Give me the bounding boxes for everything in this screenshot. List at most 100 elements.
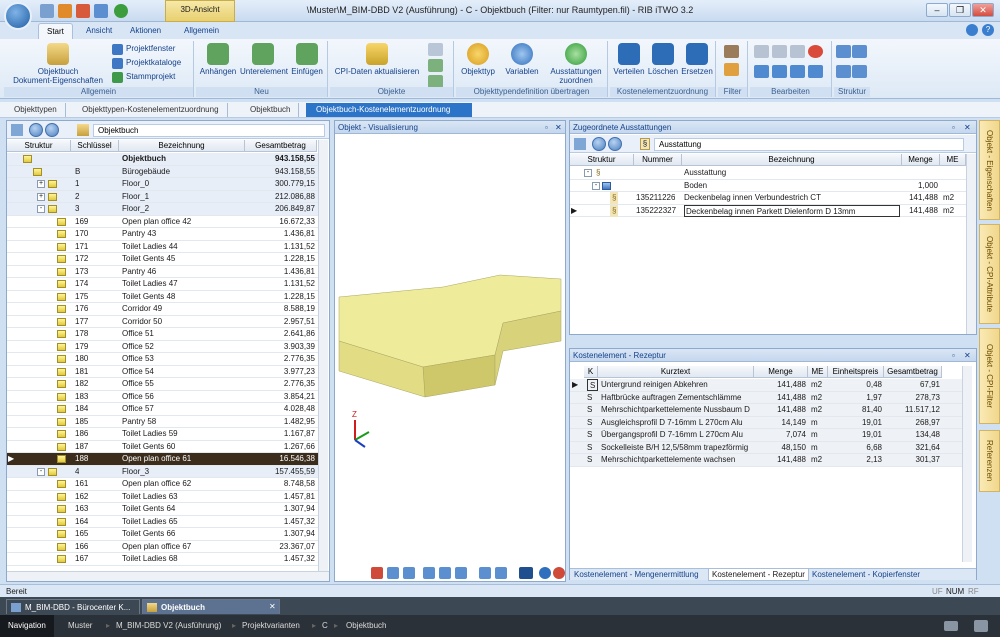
paste-icon[interactable] — [772, 45, 787, 58]
table-row[interactable]: - 4 Floor_3 157.455,59 — [7, 465, 318, 478]
view-rotate-icon[interactable] — [403, 567, 415, 579]
table-row[interactable]: S Haftbrücke auftragen Zementschlämme 141,… — [570, 391, 962, 404]
tab-rezeptur[interactable]: Kostenelement - Rezeptur — [708, 569, 809, 581]
table-row[interactable]: S Ausgleichsprofil D 7-16mm L 270cm Alu 14… — [570, 416, 962, 429]
nav-variants[interactable]: Projektvarianten — [242, 621, 300, 630]
pin-icon[interactable]: ▫ — [545, 121, 548, 134]
view-fly-icon[interactable] — [495, 567, 507, 579]
table-row[interactable]: 161 Open plan office 62 8.748,58 — [7, 478, 318, 491]
col-k[interactable]: K — [584, 366, 598, 378]
table-row[interactable]: 169 Open plan office 42 16.672,33 — [7, 216, 318, 228]
view-zoom-fit-icon[interactable] — [439, 567, 451, 579]
cpi-update-button[interactable]: CPI-Daten aktualisieren — [332, 43, 422, 76]
cut-icon[interactable] — [790, 45, 805, 58]
tools-icon[interactable] — [76, 4, 90, 18]
back-icon[interactable] — [29, 123, 43, 137]
ausstattung-nav-label[interactable]: Ausstattung — [654, 138, 964, 151]
expand-toggle-icon[interactable]: - — [592, 181, 600, 190]
table-row[interactable]: - 3 Floor_2 206.849,87 — [7, 203, 318, 216]
table-row[interactable]: 183 Office 56 3.854,21 — [7, 391, 318, 403]
vehicle-icon[interactable] — [790, 65, 805, 78]
table-row[interactable]: 179 Office 52 3.903,39 — [7, 341, 318, 353]
projektkataloge-button[interactable]: Projektkataloge — [112, 57, 181, 69]
info-icon[interactable] — [539, 567, 551, 579]
chevron-up-icon[interactable] — [852, 65, 867, 78]
projektfenster-button[interactable]: Projektfenster — [112, 43, 175, 55]
table-row[interactable]: 167 Toilet Ladies 68 1.457,32 — [7, 553, 318, 566]
tab-start[interactable]: Start — [38, 23, 73, 39]
table-row[interactable]: 178 Office 51 2.641,86 — [7, 328, 318, 341]
expand-toggle-icon[interactable]: - — [37, 205, 45, 213]
table-row[interactable]: 186 Toilet Ladies 59 1.167,87 — [7, 428, 318, 441]
forward-icon[interactable] — [608, 137, 622, 151]
3d-viewport[interactable]: Z — [335, 135, 565, 575]
table-row[interactable]: 165 Toilet Gents 66 1.307,94 — [7, 528, 318, 541]
col-gesamtbetrag[interactable]: Gesamtbetrag — [245, 140, 317, 152]
close-icon[interactable]: ✕ — [964, 121, 971, 134]
table-row[interactable]: ▶ S Untergrund reinigen Abkehren 141,488 m2 0… — [570, 379, 962, 392]
table-row[interactable]: 173 Pantry 46 1.436,81 — [7, 266, 318, 278]
objekttyp-button[interactable]: Objekttyp — [458, 43, 498, 76]
back-icon[interactable] — [592, 137, 606, 151]
table-row[interactable]: - Boden 1,000 — [570, 180, 966, 192]
close-icon[interactable]: ✕ — [964, 349, 971, 362]
settings-icon[interactable] — [94, 4, 108, 18]
crumb-objektbuch[interactable]: Objektbuch — [240, 103, 300, 117]
crumb-objekttypen[interactable]: Objekttypen — [4, 103, 66, 117]
close-tab-icon[interactable]: ✕ — [269, 602, 276, 611]
table-row[interactable]: 185 Pantry 58 1.482,95 — [7, 416, 318, 428]
col-struktur[interactable]: Struktur — [570, 154, 634, 166]
table-row[interactable]: 175 Toilet Gents 48 1.228,15 — [7, 291, 318, 303]
table-row[interactable]: 166 Open plan office 67 23.367,07 — [7, 541, 318, 553]
col-gesamtbetrag[interactable]: Gesamtbetrag — [884, 366, 942, 378]
context-tab-3d[interactable]: 3D-Ansicht — [165, 0, 235, 22]
view-move-icon[interactable] — [387, 567, 399, 579]
table-row[interactable]: S Übergangsprofil D 7-16mm L 270cm Alu 7,0… — [570, 429, 962, 442]
grid-icon[interactable] — [574, 138, 586, 150]
nav-c[interactable]: C — [322, 621, 328, 630]
globe-icon[interactable] — [114, 4, 128, 18]
view-pan-icon[interactable] — [455, 567, 467, 579]
nav-muster[interactable]: Muster — [68, 621, 92, 630]
horizontal-scrollbar[interactable] — [7, 571, 329, 581]
anhaengen-button[interactable]: Anhängen — [198, 43, 238, 76]
tab-allgemein[interactable]: Allgemein — [176, 23, 227, 39]
table-row[interactable]: 170 Pantry 43 1.436,81 — [7, 228, 318, 241]
variablen-button[interactable]: Variablen — [502, 43, 542, 76]
table-row[interactable]: S Mehrschichtparkettelemente Nussbaum D 1… — [570, 404, 962, 417]
grid-icon[interactable] — [11, 124, 23, 136]
ersetzen-button[interactable]: Ersetzen — [680, 43, 714, 76]
unterelement-button[interactable]: Unterelement — [240, 43, 288, 76]
col-nummer[interactable]: Nummer — [634, 154, 682, 166]
table-row[interactable]: S Sockelleiste B/H 12,5/58mm trapezförmig… — [570, 441, 962, 454]
col-bezeichnung[interactable]: Bezeichnung — [119, 140, 245, 152]
objektbuch-nav-label[interactable]: Objektbuch — [93, 124, 325, 137]
table-row[interactable]: § 135211226 Deckenbelag innen Verbundestri… — [570, 192, 966, 205]
table-row[interactable]: 184 Office 57 4.028,48 — [7, 403, 318, 416]
table-row[interactable]: 187 Toilet Gents 60 1.267,66 — [7, 441, 318, 453]
nav-objektbuch[interactable]: Objektbuch — [346, 621, 386, 630]
filter-icon[interactable] — [724, 45, 739, 58]
table-row[interactable]: Objektbuch 943.158,55 — [7, 153, 318, 166]
link-icon[interactable] — [772, 65, 787, 78]
doc-icon[interactable] — [428, 43, 443, 56]
table-row[interactable]: 181 Office 54 3.977,23 — [7, 366, 318, 378]
keyboard-icon[interactable] — [944, 621, 958, 631]
doc-tab-objektbuch[interactable]: Objektbuch ✕ — [142, 599, 280, 614]
col-menge[interactable]: Menge — [902, 154, 940, 166]
car-icon[interactable] — [754, 65, 769, 78]
table-row[interactable]: 180 Office 53 2.776,35 — [7, 353, 318, 366]
view-grid-icon[interactable] — [519, 567, 533, 579]
expand-toggle-icon[interactable]: - — [37, 467, 45, 476]
undo-icon[interactable] — [58, 4, 72, 18]
table-row[interactable]: S Mehrschichtparkettelemente wachsen 141,4… — [570, 454, 962, 467]
side-tab-referenzen[interactable]: Referenzen — [979, 430, 1000, 492]
nav-project[interactable]: M_BIM-DBD V2 (Ausführung) — [116, 621, 221, 630]
pin-icon[interactable]: ▫ — [952, 349, 955, 362]
expand-toggle-icon[interactable]: - — [584, 169, 592, 177]
table-row[interactable]: 177 Corridor 50 2.957,51 — [7, 316, 318, 328]
pin-icon[interactable]: ▫ — [952, 121, 955, 134]
tab-ansicht[interactable]: Ansicht — [78, 23, 120, 39]
cancel-icon[interactable] — [808, 45, 823, 58]
vertical-scrollbar[interactable] — [962, 366, 972, 562]
